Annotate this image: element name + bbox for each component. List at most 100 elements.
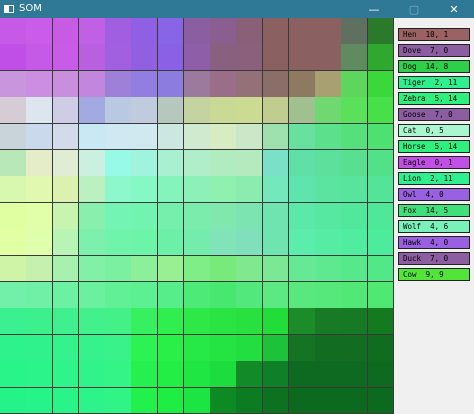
som-cell bbox=[52, 97, 80, 125]
som-cell bbox=[131, 255, 159, 283]
window-app-icon bbox=[4, 5, 14, 13]
som-cell bbox=[288, 97, 316, 125]
som-cell bbox=[105, 308, 132, 336]
som-cell bbox=[131, 123, 159, 151]
som-cell bbox=[105, 282, 132, 309]
som-cell bbox=[26, 150, 54, 177]
som-cell bbox=[210, 123, 237, 151]
som-cell bbox=[236, 361, 264, 389]
som-cell bbox=[288, 387, 316, 414]
som-cell bbox=[26, 70, 54, 98]
som-cell bbox=[367, 361, 394, 389]
som-cell bbox=[52, 202, 80, 230]
som-cell bbox=[78, 123, 106, 151]
som-cell bbox=[288, 44, 316, 72]
som-cell bbox=[341, 70, 369, 98]
som-cell bbox=[157, 44, 185, 72]
som-cell bbox=[78, 44, 106, 72]
som-cell bbox=[236, 308, 264, 336]
legend-item: Wolf 4, 6 bbox=[398, 220, 470, 233]
som-cell bbox=[183, 334, 211, 362]
som-cell bbox=[26, 18, 54, 45]
som-cell bbox=[157, 123, 185, 151]
som-cell bbox=[288, 255, 316, 283]
som-cell bbox=[105, 150, 132, 177]
som-cell bbox=[315, 361, 342, 389]
som-cell bbox=[315, 308, 342, 336]
som-cell bbox=[236, 176, 264, 204]
som-cell bbox=[157, 334, 185, 362]
som-cell bbox=[157, 202, 185, 230]
som-cell bbox=[210, 229, 237, 257]
som-cell bbox=[26, 44, 54, 72]
som-cell bbox=[0, 387, 27, 414]
som-cell bbox=[0, 123, 27, 151]
som-cell bbox=[52, 123, 80, 151]
som-cell bbox=[78, 202, 106, 230]
som-cell bbox=[367, 202, 394, 230]
maximize-button[interactable]: ▢ bbox=[394, 0, 434, 18]
som-cell bbox=[78, 308, 106, 336]
som-cell bbox=[236, 229, 264, 257]
som-cell bbox=[341, 176, 369, 204]
som-cell bbox=[262, 387, 290, 414]
som-cell bbox=[236, 202, 264, 230]
som-cell bbox=[210, 255, 237, 283]
som-cell bbox=[236, 334, 264, 362]
som-cell bbox=[52, 361, 80, 389]
minimize-button[interactable]: — bbox=[354, 0, 394, 18]
title-bar[interactable]: SOM — ▢ ✕ bbox=[0, 0, 474, 18]
som-cell bbox=[262, 44, 290, 72]
som-cell bbox=[341, 361, 369, 389]
som-cell bbox=[0, 282, 27, 309]
som-cell bbox=[315, 18, 342, 45]
som-cell bbox=[183, 123, 211, 151]
som-cell bbox=[131, 387, 159, 414]
som-cell bbox=[262, 334, 290, 362]
som-cell bbox=[183, 18, 211, 45]
som-cell bbox=[131, 150, 159, 177]
som-cell bbox=[131, 334, 159, 362]
som-window: SOM — ▢ ✕ Hen 10, 1 Dove 7, 0 Dog 14, 8 Tig… bbox=[0, 0, 474, 414]
som-cell bbox=[78, 18, 106, 45]
som-cell bbox=[236, 18, 264, 45]
som-cell bbox=[0, 150, 27, 177]
som-cell bbox=[183, 229, 211, 257]
som-cell bbox=[315, 282, 342, 309]
som-cell bbox=[0, 176, 27, 204]
som-cell bbox=[131, 97, 159, 125]
som-cell bbox=[183, 308, 211, 336]
som-cell bbox=[26, 308, 54, 336]
som-cell bbox=[367, 97, 394, 125]
som-cell bbox=[367, 282, 394, 309]
som-cell bbox=[105, 123, 132, 151]
som-cell bbox=[341, 229, 369, 257]
som-cell bbox=[288, 282, 316, 309]
som-cell bbox=[210, 308, 237, 336]
som-grid bbox=[0, 18, 394, 414]
som-cell bbox=[315, 70, 342, 98]
som-cell bbox=[0, 97, 27, 125]
som-cell bbox=[105, 202, 132, 230]
som-cell bbox=[157, 308, 185, 336]
som-cell bbox=[52, 387, 80, 414]
som-cell bbox=[26, 202, 54, 230]
som-cell bbox=[52, 44, 80, 72]
som-cell bbox=[105, 334, 132, 362]
legend-item: Eagle 0, 1 bbox=[398, 156, 470, 169]
som-cell bbox=[131, 308, 159, 336]
som-cell bbox=[341, 282, 369, 309]
som-cell bbox=[315, 44, 342, 72]
legend-item: Hawk 4, 0 bbox=[398, 236, 470, 249]
som-cell bbox=[288, 70, 316, 98]
som-cell bbox=[105, 229, 132, 257]
som-cell bbox=[262, 97, 290, 125]
som-cell bbox=[367, 44, 394, 72]
som-cell bbox=[210, 70, 237, 98]
som-cell bbox=[183, 282, 211, 309]
som-cell bbox=[183, 202, 211, 230]
close-button[interactable]: ✕ bbox=[434, 0, 474, 18]
som-cell bbox=[52, 334, 80, 362]
som-cell bbox=[288, 361, 316, 389]
som-cell bbox=[157, 70, 185, 98]
